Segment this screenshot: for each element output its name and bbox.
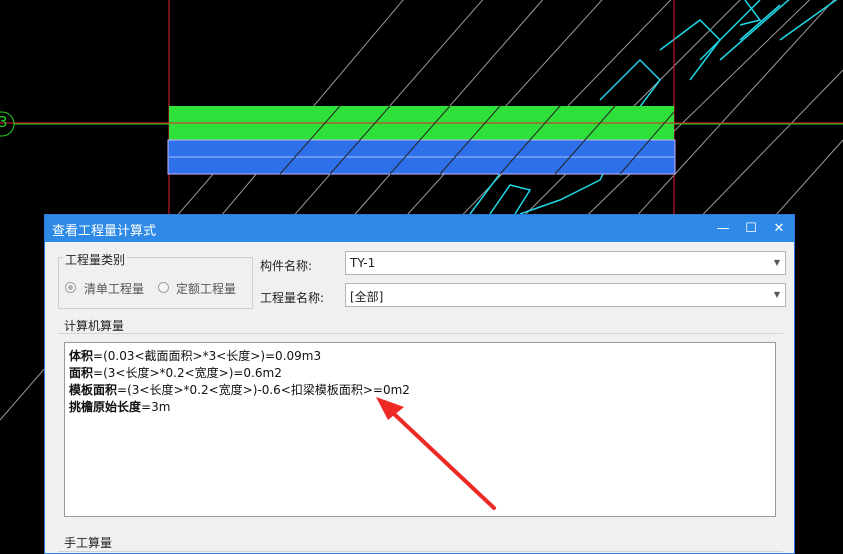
formula-line: 面积=(3<长度>*0.2<宽度>)=0.6m2 [69, 365, 771, 382]
radio-bill-quantity[interactable] [65, 282, 76, 293]
manual-calc-label: 手工算量 [64, 536, 113, 550]
chevron-down-icon: ▼ [773, 290, 780, 299]
section-divider [58, 333, 783, 334]
quantity-formula-dialog: 查看工程量计算式 — ☐ ✕ 工程量类别 清单工程量 定额工程量 构件名称: T… [44, 214, 795, 554]
computer-calc-textarea[interactable]: 体积=(0.03<截面面积>*3<长度>)=0.09m3 面积=(3<长度>*0… [64, 342, 776, 517]
maximize-button[interactable]: ☐ [737, 215, 765, 242]
axis-label: 3 [0, 113, 8, 131]
formula-line: 体积=(0.03<截面面积>*3<长度>)=0.09m3 [69, 348, 771, 365]
quantity-name-value: [全部] [350, 290, 384, 304]
section-divider [58, 551, 783, 552]
formula-expr: =3m [141, 400, 171, 414]
dialog-title: 查看工程量计算式 [52, 224, 157, 239]
formula-name: 面积 [69, 366, 94, 380]
computer-calc-label: 计算机算量 [64, 319, 125, 333]
formula-line: 模板面积=(3<长度>*0.2<宽度>)-0.6<扣梁模板面积>=0m2 [69, 382, 771, 399]
category-group-label: 工程量类别 [63, 251, 128, 268]
formula-name: 挑檐原始长度 [69, 400, 142, 414]
formula-expr: =(3<长度>*0.2<宽度>)-0.6<扣梁模板面积>=0m2 [117, 383, 410, 397]
component-name-value: TY-1 [350, 256, 376, 270]
formula-line: 挑檐原始长度=3m [69, 399, 771, 416]
minimize-button[interactable]: — [709, 215, 737, 242]
formula-expr: =(3<长度>*0.2<宽度>)=0.6m2 [93, 366, 282, 380]
component-name-select[interactable]: TY-1 ▼ [345, 251, 786, 275]
dialog-titlebar[interactable]: 查看工程量计算式 — ☐ ✕ [45, 215, 794, 242]
quantity-name-label: 工程量名称: [260, 291, 325, 305]
formula-name: 模板面积 [69, 383, 118, 397]
close-button[interactable]: ✕ [765, 215, 793, 242]
radio-quota-quantity-label[interactable]: 定额工程量 [176, 280, 236, 297]
radio-quota-quantity[interactable] [158, 282, 169, 293]
chevron-down-icon: ▼ [773, 258, 780, 267]
formula-name: 体积 [69, 349, 94, 363]
radio-bill-quantity-label[interactable]: 清单工程量 [84, 280, 144, 297]
quantity-name-select[interactable]: [全部] ▼ [345, 283, 786, 307]
component-name-label: 构件名称: [260, 259, 313, 273]
formula-expr: =(0.03<截面面积>*3<长度>)=0.09m3 [93, 349, 322, 363]
